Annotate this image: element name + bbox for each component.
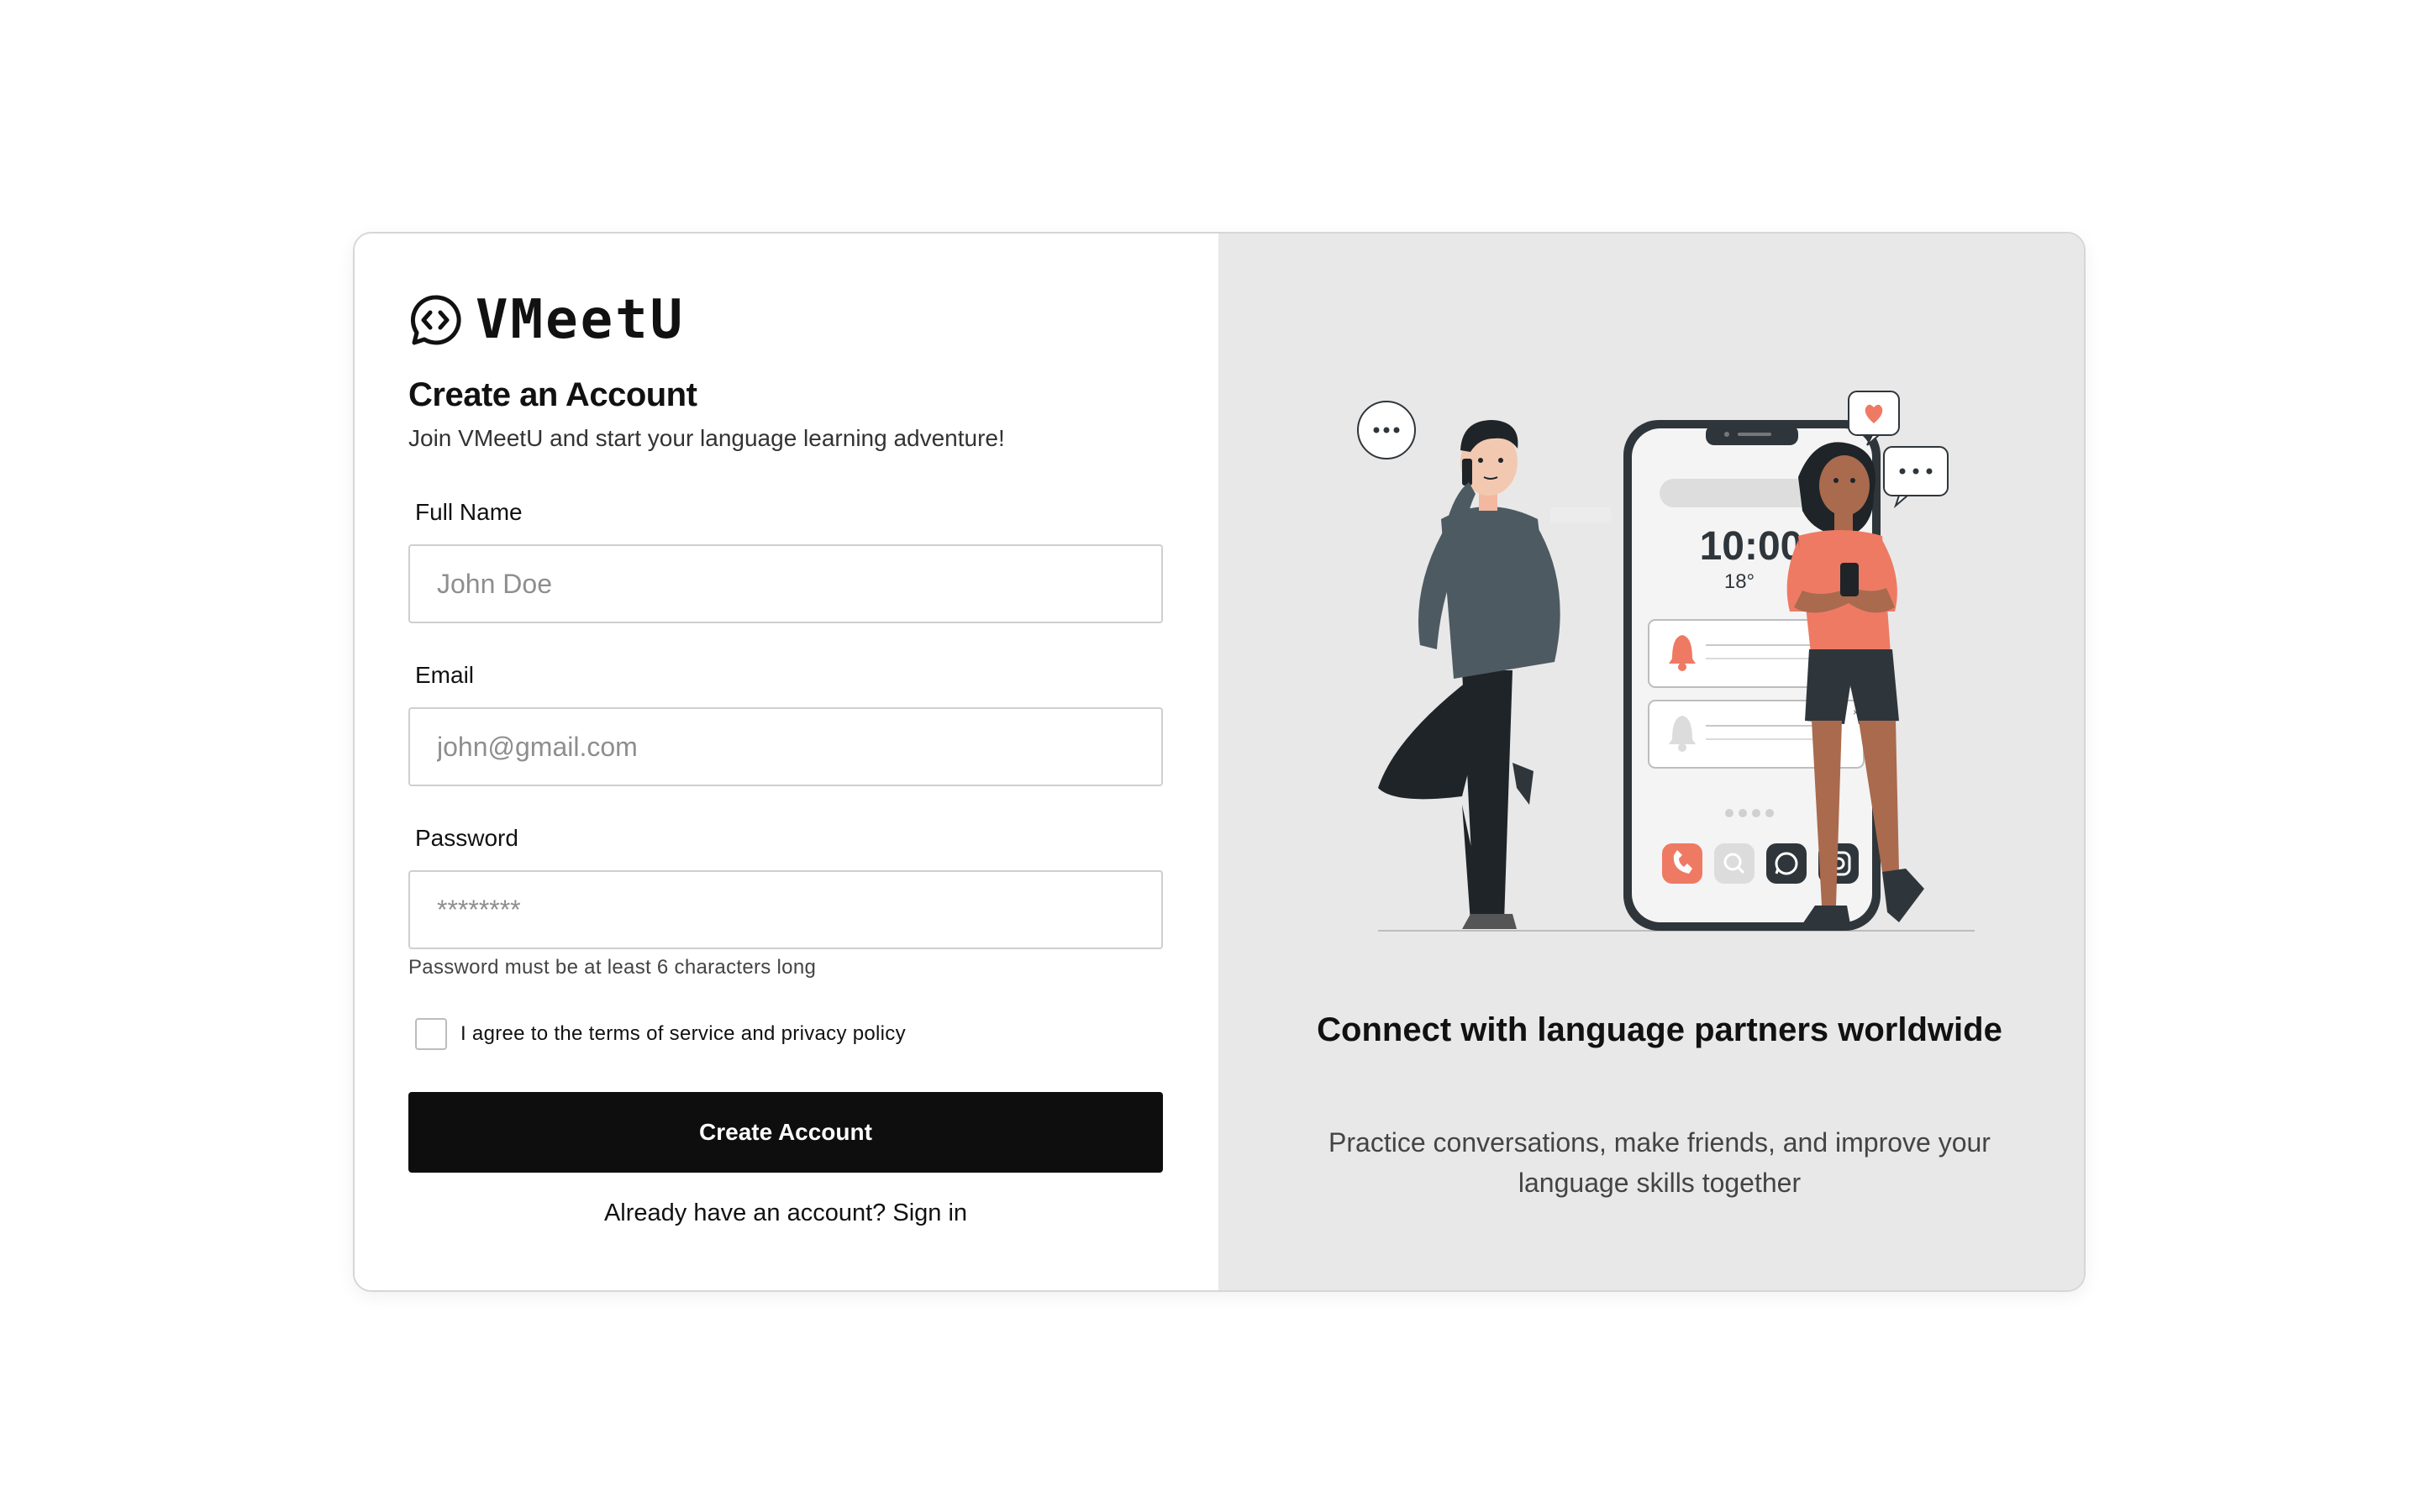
email-label: Email: [415, 662, 475, 688]
promo-title: Connect with language partners worldwide: [1317, 1011, 2002, 1048]
search-icon: [1714, 843, 1754, 884]
promo-panel: 10:00 18° × ×: [1218, 234, 2084, 1290]
promo-description: Practice conversations, make friends, an…: [1328, 1127, 1991, 1198]
chat-bubble-code-icon: [408, 293, 462, 347]
phone-time: 10:00: [1700, 524, 1803, 569]
phone-icon: [1662, 843, 1702, 884]
password-input[interactable]: [408, 870, 1163, 949]
whatsapp-icon: [1766, 843, 1807, 884]
signup-form-panel: VMeetU Create an Account Join VMeetU and…: [355, 234, 1218, 1290]
page-subtitle: Join VMeetU and start your language lear…: [408, 425, 1005, 451]
page-title: Create an Account: [408, 376, 697, 413]
password-label: Password: [415, 825, 518, 851]
full-name-input[interactable]: [408, 544, 1163, 623]
password-hint: Password must be at least 6 characters l…: [408, 956, 817, 979]
email-input[interactable]: [408, 707, 1163, 786]
terms-row: I agree to the terms of service and priv…: [415, 1018, 906, 1050]
sign-in-link[interactable]: Already have an account? Sign in: [408, 1200, 1163, 1227]
create-account-button[interactable]: Create Account: [408, 1092, 1163, 1173]
terms-label[interactable]: I agree to the terms of service and priv…: [460, 1022, 906, 1046]
brand-logo: VMeetU: [408, 289, 685, 351]
signup-card: VMeetU Create an Account Join VMeetU and…: [353, 232, 2086, 1292]
full-name-label: Full Name: [415, 499, 523, 525]
man-figure: [1357, 401, 1560, 929]
phone-temperature: 18°: [1724, 570, 1754, 593]
language-partners-illustration: 10:00 18° × ×: [1357, 391, 1975, 932]
terms-checkbox[interactable]: [415, 1018, 447, 1050]
brand-name: VMeetU: [476, 289, 686, 351]
